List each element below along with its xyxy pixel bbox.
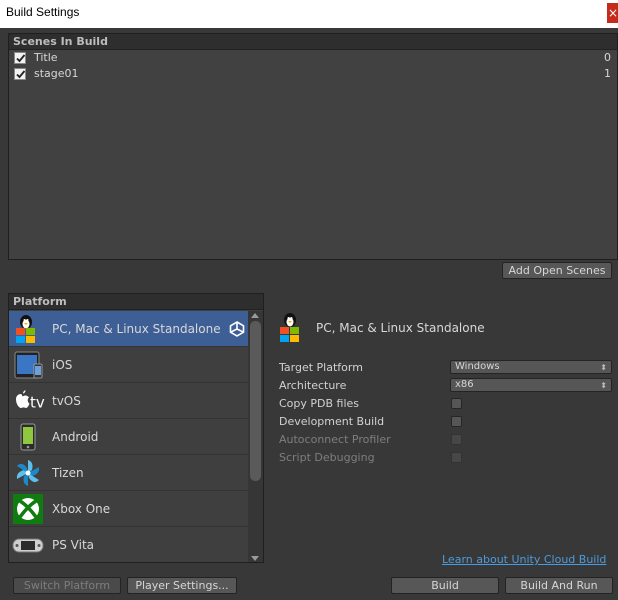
- scene-checkbox[interactable]: [14, 52, 26, 64]
- target-platform-label: Target Platform: [279, 361, 363, 374]
- development-build-label: Development Build: [279, 415, 385, 428]
- platform-details-title: PC, Mac & Linux Standalone: [316, 321, 485, 335]
- close-icon[interactable]: ×: [607, 3, 618, 23]
- build-and-run-button[interactable]: Build And Run: [505, 577, 613, 594]
- platform-item-ios[interactable]: iOS: [9, 347, 249, 383]
- architecture-dropdown[interactable]: x86 ⬍: [450, 378, 612, 392]
- platform-item-pc-mac-linux[interactable]: PC, Mac & Linux Standalone: [9, 311, 249, 347]
- ps-vita-icon: [12, 530, 44, 560]
- scene-index: 0: [604, 51, 611, 64]
- platform-label: Xbox One: [52, 502, 111, 516]
- development-build-checkbox[interactable]: [451, 416, 462, 427]
- target-platform-dropdown[interactable]: Windows ⬍: [450, 360, 612, 374]
- scroll-down-icon[interactable]: [251, 556, 259, 561]
- platform-label: Tizen: [52, 466, 84, 480]
- dropdown-arrows-icon: ⬍: [600, 381, 607, 390]
- tizen-icon: [12, 458, 44, 488]
- unity-cloud-build-link[interactable]: Learn about Unity Cloud Build: [442, 553, 606, 566]
- scene-name: stage01: [34, 67, 79, 80]
- scenes-in-build-panel: Scenes In Build Title 0 stage01 1: [8, 33, 618, 260]
- pc-mac-linux-icon: [276, 312, 308, 344]
- platform-label: iOS: [52, 358, 73, 372]
- platform-label: PC, Mac & Linux Standalone: [52, 322, 221, 336]
- window-titlebar: Build Settings ×: [0, 0, 618, 28]
- platform-label: tvOS: [52, 394, 81, 408]
- platform-item-android[interactable]: Android: [9, 419, 249, 455]
- unity-active-icon: [229, 321, 245, 340]
- platform-label: PS Vita: [52, 538, 95, 552]
- autoconnect-profiler-checkbox: [451, 434, 462, 445]
- android-icon: [12, 422, 44, 452]
- copy-pdb-label: Copy PDB files: [279, 397, 360, 410]
- platform-label: Android: [52, 430, 99, 444]
- scene-row[interactable]: Title 0: [9, 50, 617, 66]
- build-button[interactable]: Build: [391, 577, 499, 594]
- copy-pdb-checkbox[interactable]: [451, 398, 462, 409]
- scrollbar-thumb[interactable]: [250, 321, 261, 481]
- scene-name: Title: [34, 51, 58, 64]
- script-debugging-checkbox: [451, 452, 462, 463]
- checkmark-icon: [16, 70, 26, 79]
- window-title: Build Settings: [6, 5, 80, 19]
- platform-panel: Platform PC, Mac & Linux Standalone iOS …: [8, 293, 264, 563]
- pc-mac-linux-icon: [12, 314, 44, 344]
- dropdown-arrows-icon: ⬍: [600, 363, 607, 372]
- platform-list: PC, Mac & Linux Standalone iOS tv tvOS A…: [9, 311, 249, 562]
- architecture-label: Architecture: [279, 379, 347, 392]
- autoconnect-profiler-label: Autoconnect Profiler: [279, 433, 391, 446]
- platform-scrollbar[interactable]: [248, 311, 263, 562]
- switch-platform-button[interactable]: Switch Platform: [13, 577, 121, 594]
- xbox-one-icon: [12, 494, 44, 524]
- platform-item-xbox-one[interactable]: Xbox One: [9, 491, 249, 527]
- checkmark-icon: [16, 54, 26, 63]
- player-settings-button[interactable]: Player Settings...: [127, 577, 237, 594]
- platform-details-header: PC, Mac & Linux Standalone: [276, 312, 606, 346]
- scroll-up-icon[interactable]: [251, 313, 259, 318]
- script-debugging-label: Script Debugging: [279, 451, 375, 464]
- scene-index: 1: [604, 67, 611, 80]
- scene-row[interactable]: stage01 1: [9, 66, 617, 82]
- ios-icon: [12, 350, 44, 380]
- platform-header: Platform: [9, 294, 263, 310]
- tvos-icon: tv: [12, 386, 45, 416]
- scenes-header: Scenes In Build: [9, 34, 617, 50]
- tvos-icon-text: tv: [30, 394, 45, 412]
- platform-item-ps-vita[interactable]: PS Vita: [9, 527, 249, 562]
- platform-item-tvos[interactable]: tv tvOS: [9, 383, 249, 419]
- architecture-value: x86: [455, 379, 474, 390]
- add-open-scenes-button[interactable]: Add Open Scenes: [502, 262, 612, 279]
- scene-checkbox[interactable]: [14, 68, 26, 80]
- target-platform-value: Windows: [455, 361, 500, 372]
- platform-item-tizen[interactable]: Tizen: [9, 455, 249, 491]
